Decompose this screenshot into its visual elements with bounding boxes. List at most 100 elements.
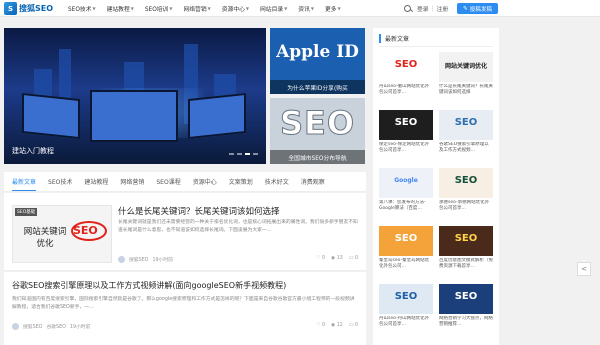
post-title[interactable]: 什么是长尾关键词？长尾关键词该如何选择 [118, 205, 280, 217]
sidebar-card-image[interactable]: SEO [439, 226, 493, 256]
nav-label: 更多 [324, 7, 337, 13]
sidebar-card-title[interactable]: 第八课：您发布的方法-Google算法（百度… [379, 200, 433, 213]
sidebar-card-title[interactable]: 丹山seo-丹山网站优化外包公司首享… [379, 316, 433, 329]
view-count: 12 [336, 323, 343, 328]
tab-tech-articles[interactable]: 技术好文 [265, 177, 289, 186]
thumbnail-seo-text: SEO [73, 224, 98, 237]
post-category[interactable]: 谷歌SEO [46, 323, 65, 330]
sidebar-card-image[interactable]: SEO [379, 52, 433, 82]
divider: | [431, 5, 434, 12]
like-stat[interactable]: ♡ 0 [316, 323, 325, 328]
nav-label: 资源中心 [221, 7, 245, 13]
hero-tile-apple-id[interactable]: Apple ID 为什么苹果ID分享(购买 [270, 28, 365, 94]
sidebar-card-title[interactable]: 承德seo-承德网站优化外包公司首享… [439, 200, 493, 213]
post-button-label: 投稿发稿 [469, 6, 493, 13]
tab-marketing[interactable]: 网络营销 [120, 177, 144, 186]
tab-copywriting[interactable]: 文案策划 [229, 177, 253, 186]
share-icon[interactable]: < [577, 262, 591, 276]
tab-seo-tech[interactable]: SEO技术 [48, 177, 72, 186]
sidebar-card-image[interactable]: SEO [379, 226, 433, 256]
sidebar-card[interactable]: SEO 丹山seo-丹山网站优化外包公司首享… [379, 284, 433, 329]
sidebar-card-title[interactable]: 保定seo-保定网站优化外包公司首享… [379, 142, 433, 155]
sidebar-card[interactable]: 网站关键词优化什么是长尾关键词？长尾关键词该如何选择 [439, 52, 493, 97]
chevron-down-icon: ▼ [207, 6, 211, 11]
sidebar-card-title[interactable]: 什么是长尾关键词？长尾关键词该如何选择 [439, 84, 493, 97]
hero-tile-seo[interactable]: SEO 全国城市SEO分布导航 [270, 98, 365, 164]
nav-label: SEO技术 [68, 7, 92, 13]
site-logo[interactable]: S 搜狐SEO [4, 2, 53, 15]
main-nav: SEO技术 ▼ 建站教程 ▼ SEO培训 ▼ 网络营销 ▼ 资源中心 ▼ 网站目录 ▼ 资讯… [68, 0, 352, 17]
tab-seo-course[interactable]: SEO课程 [156, 177, 180, 186]
register-link[interactable]: 注册 [437, 4, 449, 13]
tab-latest[interactable]: 最新文章 [12, 177, 37, 191]
sidebar-card-title[interactable]: 百度创意图文模式解析（免费资源下载首享… [439, 258, 493, 271]
sidebar-card[interactable]: SEO 百度创意图文模式解析（免费资源下载首享… [439, 226, 493, 271]
post-button[interactable]: ✎ 投稿发稿 [457, 3, 499, 14]
tab-resources[interactable]: 资源中心 [193, 177, 217, 186]
logo-text: 搜狐SEO [19, 4, 54, 13]
nav-label: 网站目录 [260, 7, 284, 13]
sidebar-card[interactable]: SEO 承德seo-承德网站优化外包公司首享… [439, 168, 493, 213]
nav-item-build[interactable]: 建站教程 ▼ [107, 4, 134, 13]
hero-slide[interactable]: 建站入门教程 [4, 28, 266, 164]
sidebar-card-title[interactable]: 秦皇岛seo-秦皇岛网站优化外包公司… [379, 258, 433, 271]
sidebar-card[interactable]: SEO 谷歌SEO搜索引擎原理以及工作方式视频… [439, 110, 493, 155]
sidebar-card-image[interactable]: SEO [439, 284, 493, 314]
sidebar-card-image[interactable]: SEO [439, 110, 493, 140]
carousel-dot[interactable] [229, 153, 234, 155]
sidebar-card-image-label: SEO [394, 291, 418, 302]
monitor-image [188, 92, 246, 140]
sidebar-card[interactable]: SEO 丹山seo-衢山网站优化外包公司首享… [379, 52, 433, 97]
post-meta: 搜狐SEO 谷歌SEO 19小时前 [12, 323, 90, 330]
avatar[interactable] [12, 323, 19, 330]
nav-item-news[interactable]: 资讯 ▼ [298, 4, 314, 13]
nav-item-marketing[interactable]: 网络营销 ▼ [183, 4, 210, 13]
post-thumbnail[interactable]: SEO基础 网站关键词优化 SEO [12, 205, 112, 263]
sidebar-card-image[interactable]: 网站关键词优化 [439, 52, 493, 82]
sidebar-card-title[interactable]: 网络营销学习大盘点，网络营销推荐… [439, 316, 493, 329]
nav-label: 资讯 [298, 7, 310, 13]
nav-item-seo-training[interactable]: SEO培训 ▼ [145, 4, 173, 13]
sidebar-card-image[interactable]: SEO [379, 110, 433, 140]
comment-count: 0 [354, 256, 358, 261]
like-icon: ♡ [316, 323, 321, 328]
sidebar-card[interactable]: SEO 保定seo-保定网站优化外包公司首享… [379, 110, 433, 155]
tab-build[interactable]: 建站教程 [84, 177, 108, 186]
avatar[interactable] [118, 256, 125, 263]
nav-label: 建站教程 [106, 7, 130, 13]
carousel-dot[interactable] [253, 153, 258, 155]
like-stat[interactable]: ♡ 0 [316, 256, 325, 261]
carousel-dot-active[interactable] [245, 153, 250, 155]
sidebar-card-image[interactable]: SEO [379, 284, 433, 314]
sidebar-card[interactable]: Google 第八课：您发布的方法-Google算法（百度… [379, 168, 433, 213]
sidebar-latest: 最新文章 SEO 丹山seo-衢山网站优化外包公司首享… 网站关键词优化 什么是长尾关… [373, 28, 499, 345]
carousel-dot[interactable] [237, 153, 242, 155]
post-title[interactable]: 谷歌SEO搜索引擎原理以及工作方式视频讲解(面向googleSEO新手视频教程) [12, 280, 286, 291]
search-icon[interactable] [403, 4, 413, 14]
post-item: 谷歌SEO搜索引擎原理以及工作方式视频讲解(面向googleSEO新手视频教程)… [4, 272, 366, 345]
comment-stat[interactable]: ▭ 0 [349, 256, 358, 261]
post-stats: ♡ 0 ◉ 13 ▭ 0 [316, 256, 358, 261]
comment-stat[interactable]: ▭ 0 [349, 323, 358, 328]
sidebar-card-image[interactable]: SEO [439, 168, 493, 198]
nav-item-directory[interactable]: 网站目录 ▼ [260, 4, 287, 13]
sidebar-card-image[interactable]: Google [379, 168, 433, 198]
sidebar-card-title[interactable]: 丹山seo-衢山网站优化外包公司首享… [379, 84, 433, 97]
tile-caption: 全国城市SEO分布导航 [270, 150, 365, 164]
sidebar-card-title[interactable]: 谷歌SEO搜索引擎原理以及工作方式视频… [439, 142, 493, 155]
login-link[interactable]: 登录 [417, 4, 429, 13]
post-author[interactable]: 搜狐SEO [129, 256, 148, 263]
category-badge[interactable]: SEO基础 [15, 208, 38, 216]
top-header: S 搜狐SEO SEO技术 ▼ 建站教程 ▼ SEO培训 ▼ 网络营销 ▼ 资源中心 ▼ … [0, 0, 600, 17]
thumbnail-text: 网站关键词优化 [23, 227, 67, 249]
nav-item-seo-tech[interactable]: SEO技术 ▼ [68, 4, 96, 13]
tab-consumer[interactable]: 消费观察 [301, 177, 325, 186]
nav-item-more[interactable]: 更多 ▼ [325, 4, 341, 13]
sidebar-card-image-label: SEO [394, 233, 418, 244]
nav-item-resources[interactable]: 资源中心 ▼ [222, 4, 249, 13]
sidebar-card[interactable]: SEO 秦皇岛seo-秦皇岛网站优化外包公司… [379, 226, 433, 271]
chevron-down-icon: ▼ [337, 6, 341, 11]
sidebar-card[interactable]: SEO 网络营销学习大盘点，网络营销推荐… [439, 284, 493, 329]
tile-title: SEO [279, 104, 356, 143]
post-author[interactable]: 搜狐SEO [23, 323, 42, 330]
